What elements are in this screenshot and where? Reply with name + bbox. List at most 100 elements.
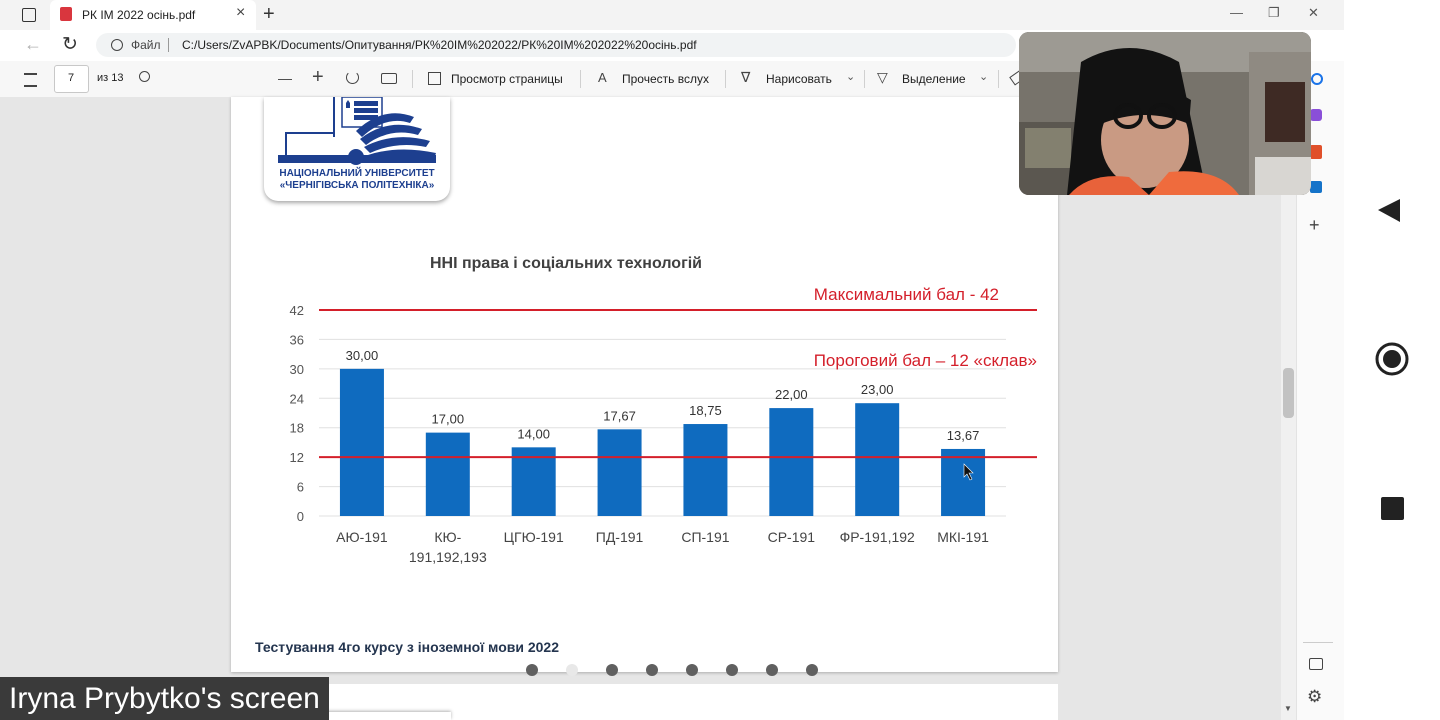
- reference-line-label: Пороговий бал – 12 «склав»: [814, 351, 1037, 370]
- chart-title: ННІ права і соціальних технологій: [430, 255, 702, 272]
- read-aloud-icon: A: [598, 70, 607, 85]
- y-tick-label: 36: [290, 332, 304, 347]
- search-icon[interactable]: [1311, 73, 1323, 85]
- back-triangle-icon[interactable]: [1378, 199, 1400, 222]
- toolbar-divider: [998, 70, 999, 88]
- slide-footer-text: Тестування 4го курсу з іноземної мови 20…: [255, 639, 560, 655]
- bar: [769, 408, 814, 516]
- zoom-out-button[interactable]: —: [278, 70, 292, 86]
- x-category-label: СП-191: [681, 529, 729, 545]
- university-emblem: НАЦІОНАЛЬНИЙ УНІВЕРСИТЕТ «ЧЕРНІГІВСЬКА П…: [278, 96, 436, 191]
- device-nav-bar: [1344, 0, 1440, 720]
- bar-value-label: 17,67: [603, 408, 636, 423]
- pager-dot[interactable]: [646, 664, 658, 676]
- y-tick-label: 18: [290, 421, 304, 436]
- draw-button[interactable]: Нарисовать: [766, 72, 832, 86]
- divider: [168, 38, 169, 52]
- y-tick-label: 30: [290, 362, 304, 377]
- page-view-icon: [428, 72, 441, 85]
- pager-dot[interactable]: [806, 664, 818, 676]
- pager-dot[interactable]: [686, 664, 698, 676]
- university-logo: НАЦІОНАЛЬНИЙ УНІВЕРСИТЕТ «ЧЕРНІГІВСЬКА П…: [264, 96, 450, 201]
- tab-close-icon[interactable]: ×: [236, 4, 245, 22]
- panel-divider: [1303, 642, 1333, 643]
- tab-title: РК ІМ 2022 осінь.pdf: [82, 8, 196, 22]
- pager-dot[interactable]: [726, 664, 738, 676]
- webcam-video: [1019, 32, 1311, 195]
- pager-dot[interactable]: [526, 664, 538, 676]
- toolbar-divider: [725, 70, 726, 88]
- webcam-frame: [1019, 32, 1311, 195]
- tab-actions-icon[interactable]: [22, 8, 36, 22]
- settings-gear-icon[interactable]: ⚙: [1307, 687, 1322, 707]
- page-number-input[interactable]: 7: [54, 65, 89, 93]
- y-tick-label: 42: [290, 303, 304, 318]
- bar: [425, 432, 470, 516]
- bar-value-label: 30,00: [346, 348, 379, 363]
- read-aloud-button[interactable]: Прочесть вслух: [622, 72, 709, 86]
- chevron-down-icon[interactable]: ⌄: [979, 70, 988, 83]
- toolbar-divider: [580, 70, 581, 88]
- toolbar-divider: [864, 70, 865, 88]
- y-tick-label: 24: [290, 391, 304, 406]
- fit-page-icon[interactable]: [381, 73, 397, 84]
- url-text: C:/Users/ZvAPBK/Documents/Опитування/РК%…: [182, 38, 697, 52]
- scroll-down-arrow[interactable]: ▼: [1284, 704, 1292, 713]
- reload-button[interactable]: ↻: [62, 33, 78, 56]
- bar-value-label: 13,67: [947, 428, 980, 443]
- chart-canvas: ННІ права і соціальних технологій 0 6 12 18 2…: [290, 255, 1037, 565]
- office-icon[interactable]: [1310, 145, 1322, 159]
- hide-sidebar-icon[interactable]: [1309, 658, 1323, 670]
- browser-tab[interactable]: РК ІМ 2022 осінь.pdf ×: [50, 0, 256, 30]
- bar: [941, 448, 986, 516]
- bar-value-label: 22,00: [775, 387, 808, 402]
- screen-share-caption: Iryna Prybytko's screen: [0, 677, 329, 720]
- close-window-button[interactable]: ✕: [1308, 5, 1319, 21]
- chevron-down-icon[interactable]: ⌄: [846, 70, 855, 83]
- page-view-button[interactable]: Просмотр страницы: [451, 72, 563, 86]
- x-category-label: ФР-191,192: [840, 529, 915, 545]
- bar-value-label: 14,00: [517, 426, 550, 441]
- add-icon[interactable]: +: [1309, 215, 1320, 236]
- draw-icon: ∇: [741, 69, 751, 85]
- copilot-icon[interactable]: [1310, 109, 1322, 121]
- outlook-icon[interactable]: [1310, 181, 1322, 193]
- scrollbar-thumb[interactable]: [1283, 368, 1294, 418]
- pager-dot[interactable]: [566, 664, 578, 676]
- logo-line-2: «ЧЕРНІГІВСЬКА ПОЛІТЕХНІКА»: [280, 180, 435, 191]
- x-category-label: ПД-191: [596, 529, 644, 545]
- x-category-label: АЮ-191: [336, 529, 388, 545]
- logo-line-1: НАЦІОНАЛЬНИЙ УНІВЕРСИТЕТ: [279, 166, 434, 179]
- recent-apps-square-icon[interactable]: [1381, 497, 1404, 520]
- bar-value-label: 23,00: [861, 382, 894, 397]
- y-tick-label: 0: [297, 509, 304, 524]
- zoom-in-button[interactable]: +: [312, 66, 324, 89]
- nav-buttons: [1375, 199, 1409, 520]
- page-number-value: 7: [68, 72, 75, 84]
- new-tab-button[interactable]: +: [263, 3, 275, 26]
- bar-value-label: 18,75: [689, 403, 722, 418]
- search-icon[interactable]: [139, 71, 150, 82]
- x-category-label: СР-191: [768, 529, 816, 545]
- rotate-icon[interactable]: [346, 71, 359, 84]
- minimize-button[interactable]: —: [1230, 5, 1243, 20]
- pager-dot[interactable]: [606, 664, 618, 676]
- bar: [597, 429, 642, 516]
- contents-icon[interactable]: [24, 73, 37, 87]
- page-total: из 13: [97, 72, 124, 84]
- x-category-label: 191,192,193: [409, 549, 487, 565]
- pdf-file-icon: [60, 7, 72, 21]
- url-field[interactable]: Файл C:/Users/ZvAPBK/Documents/Опитуванн…: [96, 33, 1016, 57]
- back-button[interactable]: ←: [24, 34, 42, 55]
- highlight-icon: ▽: [877, 69, 888, 85]
- maximize-button[interactable]: ❐: [1268, 5, 1280, 21]
- bar: [339, 368, 384, 516]
- bar-value-label: 17,00: [432, 412, 465, 427]
- site-info-label: Файл: [131, 38, 161, 52]
- pager-dot[interactable]: [766, 664, 778, 676]
- reference-line-label: Максимальний бал - 42: [814, 285, 999, 304]
- x-category-label: КЮ-: [434, 529, 461, 545]
- highlight-button[interactable]: Выделение: [902, 72, 966, 86]
- bar: [855, 403, 900, 516]
- x-category-label: ЦГЮ-191: [504, 529, 564, 545]
